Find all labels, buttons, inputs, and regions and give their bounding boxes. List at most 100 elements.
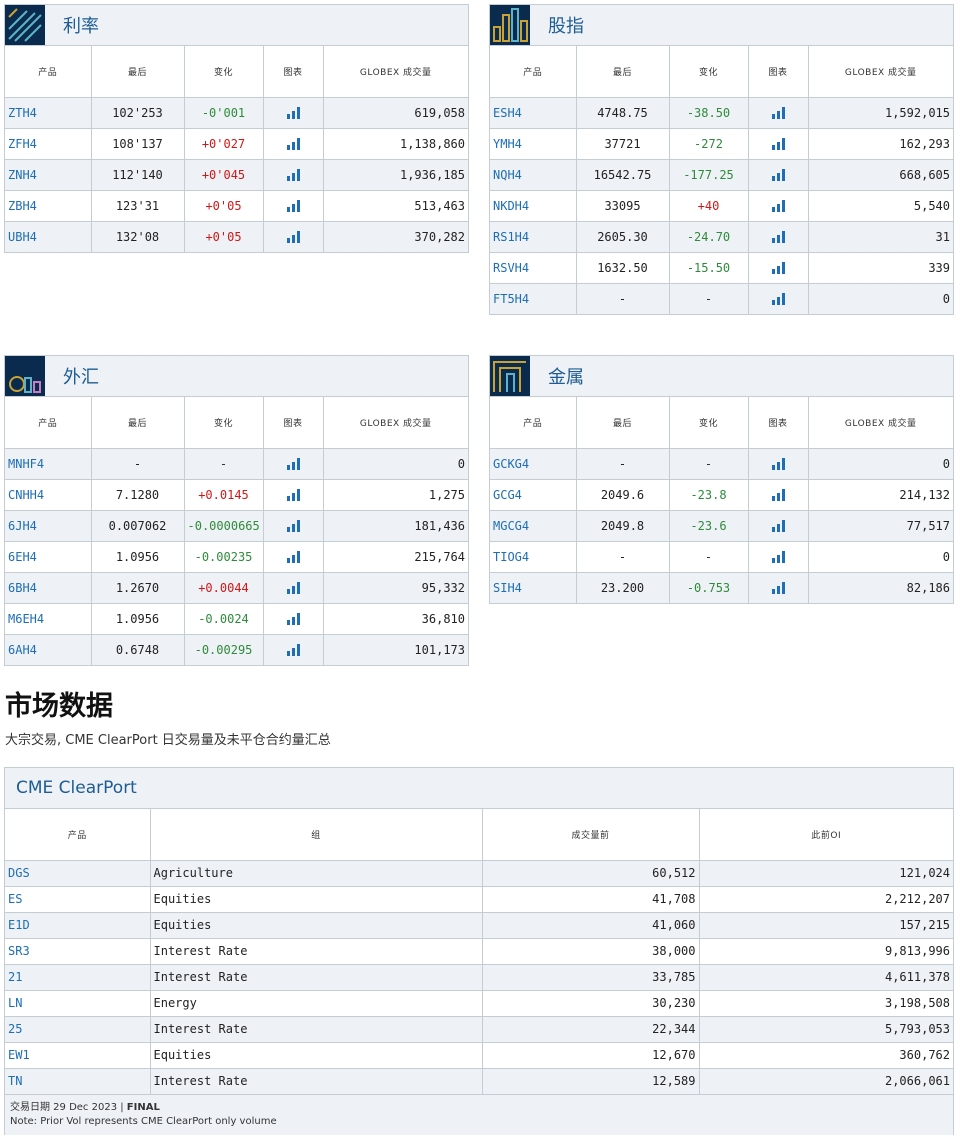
product-group: Agriculture [150,860,483,887]
last-price: 16542.75 [576,159,670,191]
product-symbol-link[interactable]: CNHH4 [5,479,92,511]
product-symbol-link[interactable]: SIH4 [490,572,577,604]
table-row: RSVH4 1632.50 -15.50 339 [490,252,953,284]
product-symbol-link[interactable]: ZNH4 [5,159,92,191]
indices-title[interactable]: 股指 [548,12,584,38]
bar-chart-icon[interactable] [771,138,785,150]
product-symbol-link[interactable]: DGS [5,860,151,887]
price-change: +0.0044 [184,572,264,604]
fx-panel-header: 外汇 [5,356,468,397]
rates-title[interactable]: 利率 [63,12,99,38]
globex-volume: 31 [808,221,953,253]
product-symbol-link[interactable]: 6BH4 [5,572,92,604]
bar-chart-icon[interactable] [286,520,300,532]
bar-chart-icon[interactable] [286,231,300,243]
product-symbol-link[interactable]: SR3 [5,938,151,965]
product-symbol-link[interactable]: TIOG4 [490,541,577,573]
bar-chart-icon[interactable] [286,489,300,501]
footer-note: Note: Prior Vol represents CME ClearPort… [10,1115,277,1127]
globex-volume: 513,463 [323,190,468,222]
table-row: UBH4 132'08 +0'05 370,282 [5,221,468,253]
price-change: -23.8 [669,479,749,511]
fx-title[interactable]: 外汇 [63,363,99,389]
product-symbol-link[interactable]: TN [5,1068,151,1095]
product-symbol-link[interactable]: ES [5,886,151,913]
table-row: YMH4 37721 -272 162,293 [490,128,953,160]
product-symbol-link[interactable]: EW1 [5,1042,151,1069]
bar-chart-icon[interactable] [286,613,300,625]
product-symbol-link[interactable]: RS1H4 [490,221,577,253]
price-change: -0.0000665 [184,510,264,542]
bar-chart-icon[interactable] [771,582,785,594]
bar-chart-icon[interactable] [771,293,785,305]
product-symbol-link[interactable]: ZBH4 [5,190,92,222]
col-last: 最后 [576,397,670,449]
metals-title[interactable]: 金属 [548,363,584,389]
bar-chart-icon[interactable] [771,169,785,181]
prior-oi: 4,611,378 [699,964,953,991]
product-symbol-link[interactable]: GCG4 [490,479,577,511]
col-chart: 图表 [263,46,324,98]
bar-chart-icon[interactable] [771,200,785,212]
bar-chart-icon[interactable] [286,200,300,212]
prior-oi: 3,198,508 [699,990,953,1017]
product-symbol-link[interactable]: NKDH4 [490,190,577,222]
last-price: 37721 [576,128,670,160]
chart-cell [748,97,809,129]
product-symbol-link[interactable]: M6EH4 [5,603,92,635]
product-symbol-link[interactable]: RSVH4 [490,252,577,284]
bar-chart-icon[interactable] [286,582,300,594]
product-symbol-link[interactable]: ESH4 [490,97,577,129]
bar-chart-icon[interactable] [286,458,300,470]
bar-chart-icon[interactable] [771,231,785,243]
product-symbol-link[interactable]: 6EH4 [5,541,92,573]
price-change: -0.753 [669,572,749,604]
product-symbol-link[interactable]: YMH4 [490,128,577,160]
col-group: 组 [150,809,483,861]
rates-panel: 利率 产品 最后 变化 图表 GLOBEX 成交量 ZTH4 102'253 -0'… [4,4,469,253]
product-symbol-link[interactable]: MNHF4 [5,448,92,480]
chart-cell [263,221,324,253]
bar-chart-icon[interactable] [286,644,300,656]
product-symbol-link[interactable]: ZFH4 [5,128,92,160]
bar-chart-icon[interactable] [771,458,785,470]
chart-cell [263,634,324,666]
product-symbol-link[interactable]: E1D [5,912,151,939]
col-change: 变化 [669,397,749,449]
product-symbol-link[interactable]: LN [5,990,151,1017]
bar-chart-icon[interactable] [286,107,300,119]
product-symbol-link[interactable]: ZTH4 [5,97,92,129]
last-price: 123'31 [91,190,185,222]
final-status: FINAL [126,1101,160,1113]
bar-chart-icon[interactable] [771,520,785,532]
bar-chart-icon[interactable] [286,551,300,563]
product-symbol-link[interactable]: MGCG4 [490,510,577,542]
market-data-subtitle: 大宗交易, CME ClearPort 日交易量及未平仓合约量汇总 [5,733,331,748]
bar-chart-icon[interactable] [771,489,785,501]
rates-panel-header: 利率 [5,5,468,46]
product-symbol-link[interactable]: NQH4 [490,159,577,191]
globex-volume: 0 [808,448,953,480]
price-change: +0'027 [184,128,264,160]
bar-chart-icon[interactable] [771,107,785,119]
product-symbol-link[interactable]: FT5H4 [490,283,577,315]
chart-cell [748,541,809,573]
bar-chart-icon[interactable] [771,551,785,563]
clearport-title: CME ClearPort [5,768,953,809]
product-symbol-link[interactable]: GCKG4 [490,448,577,480]
col-product: 产品 [490,46,577,98]
product-symbol-link[interactable]: UBH4 [5,221,92,253]
globex-volume: 1,138,860 [323,128,468,160]
bar-chart-icon[interactable] [286,169,300,181]
table-row: LN Energy 30,230 3,198,508 [5,990,953,1017]
col-change: 变化 [669,46,749,98]
product-symbol-link[interactable]: 25 [5,1016,151,1043]
last-price: 0.007062 [91,510,185,542]
product-symbol-link[interactable]: 21 [5,964,151,991]
bar-chart-icon[interactable] [771,262,785,274]
table-row: 6EH4 1.0956 -0.00235 215,764 [5,541,468,573]
last-price: - [576,541,670,573]
bar-chart-icon[interactable] [286,138,300,150]
product-symbol-link[interactable]: 6JH4 [5,510,92,542]
product-symbol-link[interactable]: 6AH4 [5,634,92,666]
